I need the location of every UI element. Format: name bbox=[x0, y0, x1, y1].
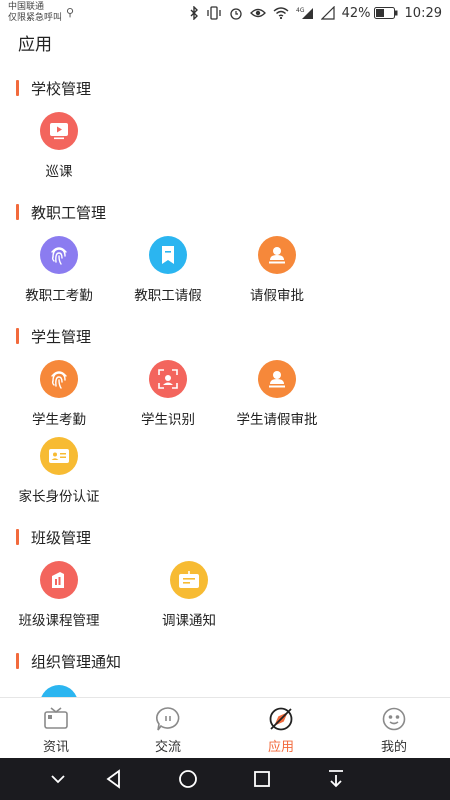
section-title-org-notice: 组织管理通知 bbox=[16, 651, 121, 671]
vibrate-icon bbox=[206, 6, 221, 20]
partial-app-icon bbox=[40, 685, 78, 697]
tab-me[interactable]: 我的 bbox=[338, 698, 450, 759]
battery-icon bbox=[373, 7, 398, 19]
tab-label: 交流 bbox=[154, 740, 181, 755]
battery-indicator: 42% bbox=[342, 6, 398, 21]
tab-news[interactable]: 资讯 bbox=[0, 698, 112, 759]
app-org-notice[interactable] bbox=[4, 685, 114, 697]
emergency-only: 仅限紧急呼叫 bbox=[8, 13, 63, 23]
wifi-icon bbox=[273, 7, 289, 19]
recent-apps-icon[interactable] bbox=[250, 767, 274, 791]
section-accent-bar bbox=[16, 653, 19, 669]
user-stamp-icon bbox=[258, 360, 296, 398]
alarm-icon bbox=[229, 8, 242, 20]
app-label: 家长身份认证 bbox=[18, 489, 100, 505]
section-title-school: 学校管理 bbox=[16, 78, 91, 98]
section-title-text: 学生管理 bbox=[31, 327, 92, 346]
clock: 10:29 bbox=[404, 5, 442, 21]
section-title-students: 学生管理 bbox=[16, 326, 91, 346]
user-stamp-icon bbox=[258, 236, 296, 274]
app-class-change-notice[interactable]: 调课通知 bbox=[134, 561, 244, 631]
notice-board-icon bbox=[170, 561, 208, 599]
usb-icon: ⚲ bbox=[66, 6, 75, 19]
app-student-attendance[interactable]: 学生考勤 bbox=[4, 360, 114, 430]
compass-icon bbox=[269, 707, 293, 731]
fingerprint-icon bbox=[40, 360, 78, 398]
fingerprint-icon bbox=[40, 236, 78, 274]
tv-icon bbox=[44, 707, 68, 729]
signal-4g-icon: 4G bbox=[296, 7, 313, 19]
app-label: 学生考勤 bbox=[32, 412, 86, 428]
section-accent-bar bbox=[16, 328, 19, 344]
app-label: 请假审批 bbox=[250, 288, 304, 304]
carrier-name: 中国联通 bbox=[8, 2, 45, 12]
app-class-course-management[interactable]: 班级课程管理 bbox=[4, 561, 114, 631]
tab-chat[interactable]: 交流 bbox=[112, 698, 224, 759]
app-label: 教职工考勤 bbox=[25, 288, 93, 304]
bottom-tab-bar: 资讯 交流 应用 我的 bbox=[0, 697, 450, 759]
header: 应用 bbox=[0, 26, 450, 60]
section-title-class: 班级管理 bbox=[16, 527, 91, 547]
app-patrol-class[interactable]: 巡课 bbox=[4, 112, 114, 182]
app-label: 调课通知 bbox=[162, 613, 216, 629]
section-title-staff: 教职工管理 bbox=[16, 202, 106, 222]
section-title-text: 教职工管理 bbox=[31, 203, 107, 222]
app-staff-leave[interactable]: 教职工请假 bbox=[113, 236, 223, 306]
tab-label: 应用 bbox=[267, 740, 294, 755]
svg-text:4G: 4G bbox=[296, 7, 305, 14]
battery-percent: 42% bbox=[341, 5, 371, 21]
home-icon[interactable] bbox=[176, 767, 200, 791]
app-label: 学生识别 bbox=[141, 412, 195, 428]
app-parent-verification[interactable]: 家长身份认证 bbox=[4, 437, 114, 507]
section-title-text: 学校管理 bbox=[31, 79, 92, 98]
tab-apps[interactable]: 应用 bbox=[225, 698, 337, 759]
app-student-recognition[interactable]: 学生识别 bbox=[113, 360, 223, 430]
carrier-info: 中国联通 仅限紧急呼叫 bbox=[8, 2, 62, 24]
app-staff-attendance[interactable]: 教职工考勤 bbox=[4, 236, 114, 306]
notification-pulldown-icon[interactable] bbox=[324, 767, 348, 791]
bookmark-icon bbox=[149, 236, 187, 274]
tab-label: 我的 bbox=[380, 740, 407, 755]
app-label: 巡课 bbox=[45, 164, 73, 180]
section-title-text: 班级管理 bbox=[31, 528, 92, 547]
book-icon bbox=[40, 561, 78, 599]
smiley-icon bbox=[382, 707, 406, 731]
section-accent-bar bbox=[16, 80, 19, 96]
section-accent-bar bbox=[16, 204, 19, 220]
apps-content[interactable]: 学校管理 巡课 教职工管理 教职工考勤 教职工请假 请假审批 学生管理 学生考勤… bbox=[0, 60, 450, 697]
page-title: 应用 bbox=[18, 35, 52, 55]
section-title-text: 组织管理通知 bbox=[31, 652, 122, 671]
face-scan-icon bbox=[149, 360, 187, 398]
app-label: 教职工请假 bbox=[134, 288, 202, 304]
bluetooth-icon bbox=[190, 6, 198, 20]
section-accent-bar bbox=[16, 529, 19, 545]
eye-icon bbox=[249, 8, 266, 18]
app-student-leave-approval[interactable]: 学生请假审批 bbox=[222, 360, 332, 430]
status-bar: 中国联通 仅限紧急呼叫 ⚲ 4G 42% 10:29 bbox=[0, 0, 450, 26]
chevron-down-icon[interactable] bbox=[46, 767, 70, 791]
back-icon[interactable] bbox=[102, 767, 126, 791]
app-label: 学生请假审批 bbox=[236, 412, 318, 428]
id-card-icon bbox=[40, 437, 78, 475]
app-leave-approval[interactable]: 请假审批 bbox=[222, 236, 332, 306]
chat-bubble-icon bbox=[156, 707, 180, 731]
signal-icon bbox=[320, 6, 335, 20]
app-label: 班级课程管理 bbox=[18, 613, 100, 629]
tab-label: 资讯 bbox=[42, 740, 69, 755]
system-nav-bar bbox=[0, 758, 450, 800]
video-icon bbox=[40, 112, 78, 150]
